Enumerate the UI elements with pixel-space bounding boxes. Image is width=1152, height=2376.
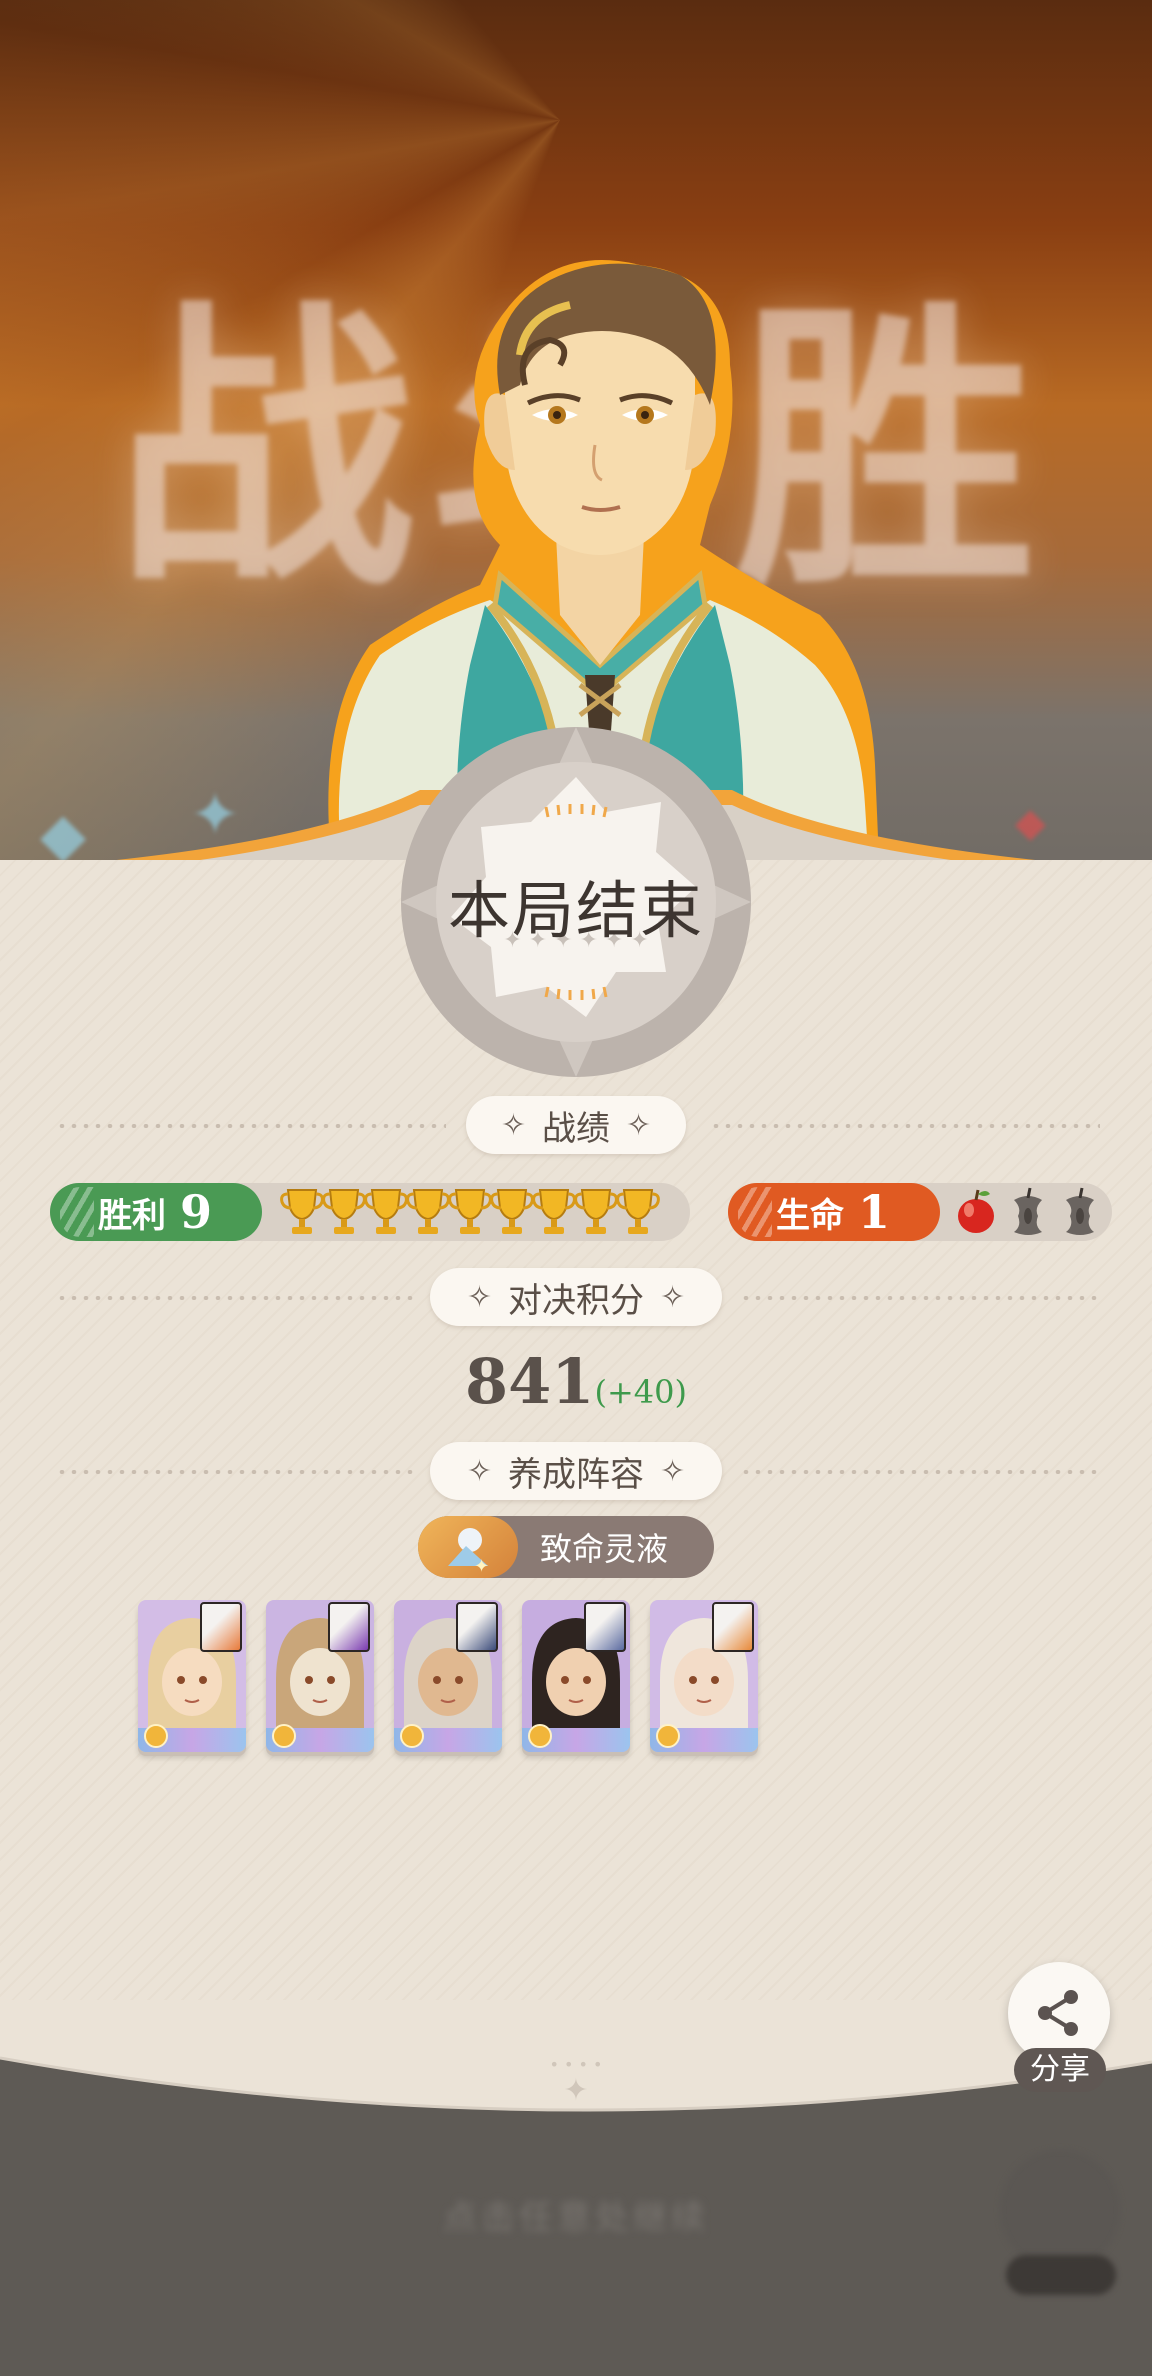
trophy-icon bbox=[364, 1189, 408, 1234]
svg-text:✦: ✦ bbox=[474, 1556, 489, 1577]
match-end-title: 本局结束 bbox=[447, 874, 704, 947]
potion-icon: ✦ bbox=[418, 1516, 518, 1578]
trophy-icon bbox=[616, 1189, 660, 1234]
pill-stripe bbox=[738, 1187, 772, 1237]
hero-card[interactable] bbox=[138, 1600, 246, 1752]
hero-card[interactable] bbox=[522, 1600, 630, 1752]
lives-value: 1 bbox=[858, 1185, 891, 1239]
equipped-item-icon bbox=[456, 1602, 498, 1652]
wins-value: 9 bbox=[180, 1185, 213, 1239]
score-label: 对决积分 bbox=[508, 1280, 644, 1321]
star-medal-icon bbox=[144, 1724, 168, 1748]
trait-badge[interactable]: ✦ 致命灵液 bbox=[418, 1516, 714, 1578]
record-label: 战绩 bbox=[542, 1108, 610, 1149]
wins-pill: 胜利 9 bbox=[50, 1183, 262, 1241]
continue-hint: 点击任意处继续 bbox=[443, 2198, 709, 2238]
divider-dots bbox=[740, 1470, 1100, 1474]
star-medal-icon bbox=[272, 1724, 296, 1748]
ornament-icon: ✧ bbox=[660, 1453, 686, 1489]
ornament-icon: ✧ bbox=[500, 1107, 526, 1143]
share-label[interactable]: 分享 bbox=[1014, 2048, 1106, 2092]
stats-button-label-blurred bbox=[1006, 2255, 1116, 2295]
trait-label: 致命灵液 bbox=[540, 1530, 669, 1568]
record-pill: ✧ 战绩 ✧ bbox=[466, 1096, 686, 1154]
hero-card[interactable] bbox=[394, 1600, 502, 1752]
lineup-section-header: ✧ 养成阵容 ✧ bbox=[0, 1442, 1152, 1502]
score-value: 841 bbox=[465, 1345, 595, 1418]
equipped-item-icon bbox=[328, 1602, 370, 1652]
apple-icon bbox=[958, 1189, 994, 1233]
equipped-item-icon bbox=[712, 1602, 754, 1652]
apple-core-icon bbox=[1014, 1187, 1042, 1235]
lives-icon-row bbox=[952, 1186, 1108, 1238]
trophy-icon bbox=[322, 1189, 366, 1234]
record-section-header: ✧ 战绩 ✧ bbox=[0, 1096, 1152, 1156]
score-delta: (+40) bbox=[594, 1373, 687, 1411]
hero-card[interactable] bbox=[266, 1600, 374, 1752]
equipped-item-icon bbox=[200, 1602, 242, 1652]
ornament-icon: ✧ bbox=[466, 1279, 492, 1315]
stats-button-blurred bbox=[1000, 2150, 1120, 2270]
trophy-icon bbox=[406, 1189, 450, 1234]
apple-core-icon bbox=[1066, 1187, 1094, 1235]
trophy-icon bbox=[490, 1189, 534, 1234]
share-icon bbox=[1038, 1990, 1078, 2036]
panel-bottom-edge: ✦ • • • • bbox=[0, 2000, 1152, 2112]
divider-dots bbox=[56, 1296, 416, 1300]
ornament-icon: ✧ bbox=[660, 1279, 686, 1315]
trophy-row bbox=[280, 1186, 660, 1238]
lineup-cards bbox=[138, 1600, 758, 1752]
ornament-icon: ✧ bbox=[466, 1453, 492, 1489]
wins-label: 胜利 bbox=[98, 1195, 166, 1236]
pill-stripe bbox=[60, 1187, 94, 1237]
score-pill: ✧ 对决积分 ✧ bbox=[430, 1268, 722, 1326]
equipped-item-icon bbox=[584, 1602, 626, 1652]
star-medal-icon bbox=[656, 1724, 680, 1748]
trophy-icon bbox=[574, 1189, 618, 1234]
hero-card[interactable] bbox=[650, 1600, 758, 1752]
trophy-icon bbox=[280, 1189, 324, 1234]
svg-text:✦: ✦ bbox=[563, 2073, 588, 2108]
ornament-icon: ✧ bbox=[626, 1107, 652, 1143]
score-display: 841(+40) bbox=[0, 1345, 1152, 1418]
divider-dots bbox=[56, 1470, 416, 1474]
lives-pill: 生命 1 bbox=[728, 1183, 940, 1241]
trophy-icon bbox=[532, 1189, 576, 1234]
divider-dots bbox=[740, 1296, 1100, 1300]
svg-text:• • • •: • • • • bbox=[549, 2055, 602, 2074]
lineup-label: 养成阵容 bbox=[508, 1454, 644, 1495]
lives-label: 生命 bbox=[776, 1195, 844, 1236]
star-medal-icon bbox=[400, 1724, 424, 1748]
score-section-header: ✧ 对决积分 ✧ bbox=[0, 1268, 1152, 1328]
trophy-icon bbox=[448, 1189, 492, 1234]
divider-dots bbox=[56, 1124, 446, 1128]
lineup-pill: ✧ 养成阵容 ✧ bbox=[430, 1442, 722, 1500]
divider-dots bbox=[710, 1124, 1100, 1128]
star-medal-icon bbox=[528, 1724, 552, 1748]
